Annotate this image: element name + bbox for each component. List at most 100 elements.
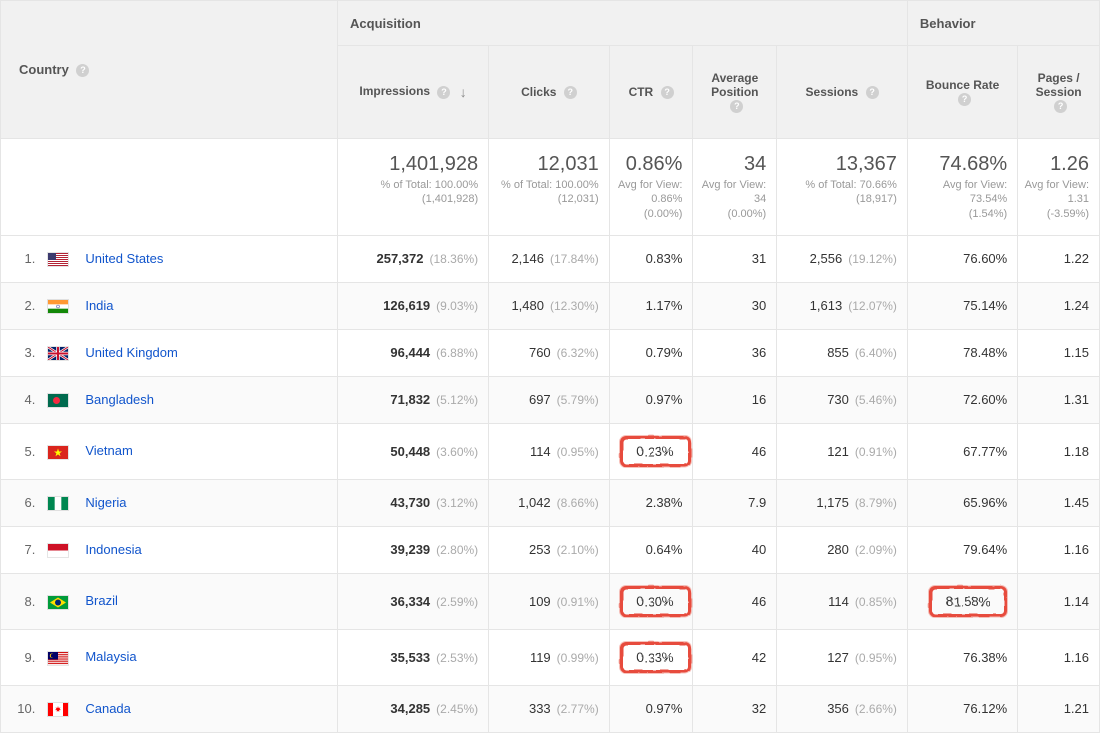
flag-icon xyxy=(47,542,77,558)
country-cell[interactable]: Indonesia xyxy=(41,526,337,573)
cell-impressions: 50,448(3.60%) xyxy=(338,423,489,479)
cell-sessions: 114(0.85%) xyxy=(777,573,908,629)
summary-row: 1,401,928 % of Total: 100.00% (1,401,928… xyxy=(1,139,1100,236)
country-link[interactable]: Bangladesh xyxy=(85,392,154,407)
cell-bounce: 78.48% xyxy=(907,329,1017,376)
cell-ctr: 0.83% xyxy=(609,235,693,282)
highlight-annotation: 0.30% xyxy=(620,586,691,617)
cell-avgpos: 46 xyxy=(693,423,777,479)
row-index: 6. xyxy=(1,479,42,526)
cell-sessions: 127(0.95%) xyxy=(777,629,908,685)
cell-pages: 1.16 xyxy=(1018,629,1100,685)
cell-avgpos: 32 xyxy=(693,685,777,732)
header-bounce[interactable]: Bounce Rate ? xyxy=(907,46,1017,139)
help-icon[interactable]: ? xyxy=(958,93,971,106)
cell-avgpos: 42 xyxy=(693,629,777,685)
country-cell[interactable]: Bangladesh xyxy=(41,376,337,423)
table-row: 2.India126,619(9.03%)1,480(12.30%)1.17%3… xyxy=(1,282,1100,329)
cell-sessions: 2,556(19.12%) xyxy=(777,235,908,282)
flag-icon xyxy=(47,594,77,610)
cell-bounce: 76.60% xyxy=(907,235,1017,282)
cell-avgpos: 16 xyxy=(693,376,777,423)
cell-pages: 1.24 xyxy=(1018,282,1100,329)
cell-ctr: 0.79% xyxy=(609,329,693,376)
country-link[interactable]: United Kingdom xyxy=(85,345,178,360)
country-link[interactable]: Malaysia xyxy=(85,649,136,664)
header-impressions[interactable]: Impressions ? ↓ xyxy=(338,46,489,139)
header-sessions[interactable]: Sessions ? xyxy=(777,46,908,139)
cell-sessions: 855(6.40%) xyxy=(777,329,908,376)
table-row: 4.Bangladesh71,832(5.12%)697(5.79%)0.97%… xyxy=(1,376,1100,423)
country-link[interactable]: India xyxy=(85,298,113,313)
country-link[interactable]: Vietnam xyxy=(85,443,132,458)
cell-bounce: 72.60% xyxy=(907,376,1017,423)
table-row: 3.United Kingdom96,444(6.88%)760(6.32%)0… xyxy=(1,329,1100,376)
country-link[interactable]: United States xyxy=(85,251,163,266)
cell-pages: 1.14 xyxy=(1018,573,1100,629)
country-cell[interactable]: United Kingdom xyxy=(41,329,337,376)
cell-bounce: 76.12% xyxy=(907,685,1017,732)
cell-impressions: 126,619(9.03%) xyxy=(338,282,489,329)
help-icon[interactable]: ? xyxy=(730,100,743,113)
header-avgpos[interactable]: Average Position ? xyxy=(693,46,777,139)
cell-sessions: 356(2.66%) xyxy=(777,685,908,732)
help-icon[interactable]: ? xyxy=(437,86,450,99)
cell-avgpos: 36 xyxy=(693,329,777,376)
country-cell[interactable]: Vietnam xyxy=(41,423,337,479)
row-index: 4. xyxy=(1,376,42,423)
summary-sessions: 13,367 % of Total: 70.66% (18,917) xyxy=(777,139,908,236)
header-pages[interactable]: Pages / Session ? xyxy=(1018,46,1100,139)
summary-avgpos: 34 Avg for View: 34 (0.00%) xyxy=(693,139,777,236)
help-icon[interactable]: ? xyxy=(564,86,577,99)
table-row: 1.United States257,372(18.36%)2,146(17.8… xyxy=(1,235,1100,282)
cell-impressions: 43,730(3.12%) xyxy=(338,479,489,526)
country-link[interactable]: Brazil xyxy=(85,593,118,608)
cell-pages: 1.18 xyxy=(1018,423,1100,479)
highlight-annotation: 81.58% xyxy=(929,586,1007,617)
country-cell[interactable]: Nigeria xyxy=(41,479,337,526)
cell-clicks: 1,042(8.66%) xyxy=(489,479,610,526)
cell-avgpos: 7.9 xyxy=(693,479,777,526)
country-link[interactable]: Canada xyxy=(85,701,131,716)
cell-pages: 1.16 xyxy=(1018,526,1100,573)
country-link[interactable]: Nigeria xyxy=(85,495,126,510)
flag-icon xyxy=(47,495,77,511)
cell-ctr: 1.17% xyxy=(609,282,693,329)
flag-icon xyxy=(47,298,77,314)
country-cell[interactable]: Canada xyxy=(41,685,337,732)
row-index: 1. xyxy=(1,235,42,282)
help-icon[interactable]: ? xyxy=(76,64,89,77)
row-index: 7. xyxy=(1,526,42,573)
table-row: 8.Brazil36,334(2.59%)109(0.91%)0.30%4611… xyxy=(1,573,1100,629)
help-icon[interactable]: ? xyxy=(866,86,879,99)
cell-impressions: 35,533(2.53%) xyxy=(338,629,489,685)
cell-avgpos: 31 xyxy=(693,235,777,282)
country-cell[interactable]: Malaysia xyxy=(41,629,337,685)
header-ctr[interactable]: CTR ? xyxy=(609,46,693,139)
row-index: 2. xyxy=(1,282,42,329)
country-link[interactable]: Indonesia xyxy=(85,542,141,557)
cell-impressions: 34,285(2.45%) xyxy=(338,685,489,732)
country-cell[interactable]: United States xyxy=(41,235,337,282)
help-icon[interactable]: ? xyxy=(1054,100,1067,113)
cell-bounce: 75.14% xyxy=(907,282,1017,329)
sort-descending-icon: ↓ xyxy=(460,84,467,100)
table-row: 7.Indonesia39,239(2.80%)253(2.10%)0.64%4… xyxy=(1,526,1100,573)
header-clicks[interactable]: Clicks ? xyxy=(489,46,610,139)
cell-ctr: 2.38% xyxy=(609,479,693,526)
summary-clicks: 12,031 % of Total: 100.00% (12,031) xyxy=(489,139,610,236)
cell-bounce: 65.96% xyxy=(907,479,1017,526)
cell-ctr: 0.23% xyxy=(609,423,693,479)
cell-pages: 1.15 xyxy=(1018,329,1100,376)
country-cell[interactable]: India xyxy=(41,282,337,329)
cell-clicks: 333(2.77%) xyxy=(489,685,610,732)
cell-sessions: 121(0.91%) xyxy=(777,423,908,479)
help-icon[interactable]: ? xyxy=(661,86,674,99)
highlight-annotation: 0.33% xyxy=(620,642,691,673)
row-index: 8. xyxy=(1,573,42,629)
summary-impressions: 1,401,928 % of Total: 100.00% (1,401,928… xyxy=(338,139,489,236)
header-country[interactable]: Country ? xyxy=(1,1,338,139)
country-cell[interactable]: Brazil xyxy=(41,573,337,629)
cell-ctr: 0.97% xyxy=(609,376,693,423)
cell-sessions: 280(2.09%) xyxy=(777,526,908,573)
